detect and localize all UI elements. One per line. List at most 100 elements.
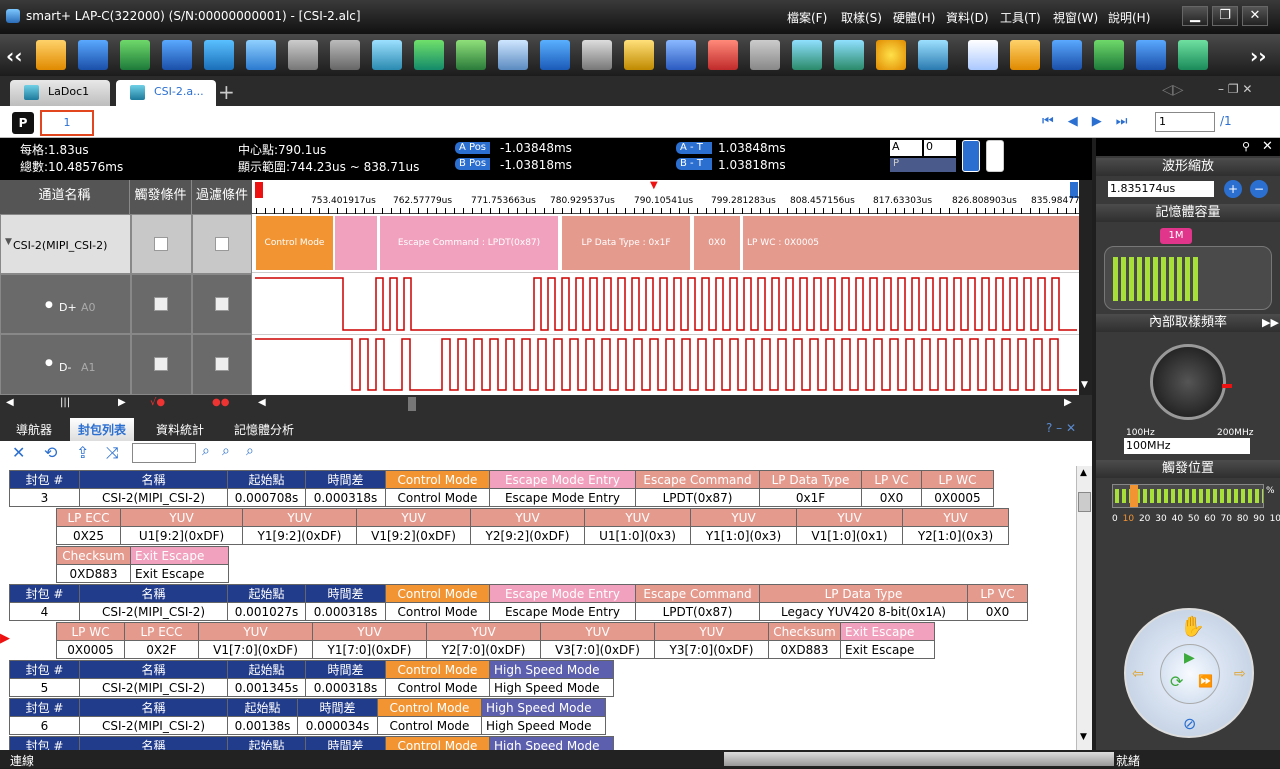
tab-nav-arrows-icon[interactable]: ◁▷ xyxy=(1162,82,1184,98)
scroll-left-icon[interactable]: ◀ xyxy=(258,397,266,408)
save-settings-icon[interactable] xyxy=(162,40,192,70)
save-document-icon[interactable] xyxy=(1052,40,1082,70)
trigger-setting-icon[interactable]: √● xyxy=(150,397,165,408)
dplus-trigger-cell[interactable] xyxy=(131,274,192,334)
toolbar-scroll-right-icon[interactable]: ›› xyxy=(1250,44,1266,68)
sample-rate-select[interactable]: 100MHz xyxy=(1124,438,1250,454)
open-folder-icon[interactable] xyxy=(36,40,66,70)
bus-filter-cell[interactable] xyxy=(192,214,252,274)
control-wheel[interactable]: ✋ ▶ ⟳ ⏩ ⇦ ⇨ ⊘ xyxy=(1124,608,1254,738)
bus-segment-vc[interactable]: 0X0 xyxy=(694,216,740,270)
scroll-down-icon[interactable]: ▼ xyxy=(1081,380,1088,390)
marker-t-icon[interactable] xyxy=(708,40,738,70)
film-icon[interactable] xyxy=(582,40,612,70)
database-icon[interactable] xyxy=(330,40,360,70)
shuffle-icon[interactable]: ⤨ xyxy=(106,443,119,463)
menu-hardware[interactable]: 硬體(H) xyxy=(893,9,935,26)
filter-setting-icon[interactable]: ●● xyxy=(212,397,229,408)
packet-3-fields-3[interactable]: Checksum Exit Escape 0XD883 Exit Escape xyxy=(56,546,229,583)
sample-rate-knob[interactable] xyxy=(1150,344,1226,420)
packet-4-fields-2[interactable]: LP WC LP ECC YUV YUV YUV YUV YUV Checksum Exit E… xyxy=(56,622,935,659)
a-pos-label[interactable]: A Pos xyxy=(455,142,491,154)
page-navigation-icons[interactable]: ⏮◀▶⏭ xyxy=(1042,114,1141,129)
left-tool-icon[interactable]: ⇦ xyxy=(1132,666,1144,682)
zoom-in-icon[interactable]: + xyxy=(1224,180,1242,198)
open-document-icon[interactable] xyxy=(1010,40,1040,70)
find-next-icon[interactable]: ⌕ xyxy=(246,443,254,459)
marker-a-icon[interactable] xyxy=(624,40,654,70)
waveform-window-icon[interactable] xyxy=(372,40,402,70)
layout-icon[interactable] xyxy=(414,40,444,70)
export-icon[interactable]: ⇪ xyxy=(76,443,89,462)
right-tool-icon[interactable]: ⇨ xyxy=(1234,666,1246,682)
toolbar-scroll-left-icon[interactable]: ‹‹ xyxy=(6,44,22,68)
dminus-trigger-cell[interactable] xyxy=(131,334,192,395)
tab-packet-list[interactable]: 封包列表 xyxy=(70,418,135,441)
tab-statistics[interactable]: 資料統計 xyxy=(156,421,204,438)
packet-6-header[interactable]: 封包 # 名稱 起始點 時間差 Control Mode High Speed Mode… xyxy=(9,698,606,735)
channel-scrollbar[interactable]: ◀ ||| ▶ √● ●● xyxy=(0,395,252,413)
packet-3-header[interactable]: 封包 # 名稱 起始點 時間差 Control Mode Escape Mode Ent… xyxy=(9,470,994,507)
bus-segment-escape-entry[interactable] xyxy=(335,216,377,270)
clear-icon[interactable]: ✕ xyxy=(12,443,25,462)
settings-icon[interactable] xyxy=(1178,40,1208,70)
menu-data[interactable]: 資料(D) xyxy=(946,9,989,26)
bus-trigger-cell[interactable] xyxy=(131,214,192,274)
expand-arrow-icon[interactable]: ▶▶ xyxy=(1262,316,1279,329)
new-document-icon[interactable] xyxy=(968,40,998,70)
tab-window-controls-icon[interactable]: – ❐ ✕ xyxy=(1218,82,1252,96)
zoom-select[interactable]: 1.835174us xyxy=(1108,181,1214,197)
save-all-icon[interactable] xyxy=(120,40,150,70)
fast-run-icon[interactable]: ⏩ xyxy=(1198,674,1213,688)
scroll-right-icon[interactable]: ▶ xyxy=(1064,397,1072,408)
restore-button[interactable]: ❐ xyxy=(1212,6,1238,26)
search-next-icon[interactable] xyxy=(834,40,864,70)
marker-pin-white-icon[interactable] xyxy=(986,140,1004,172)
close-button[interactable]: ✕ xyxy=(1242,6,1268,26)
b-pos-label[interactable]: B Pos xyxy=(455,158,491,170)
memory-gauge[interactable] xyxy=(1104,246,1272,310)
page-tab-1[interactable]: 1 xyxy=(40,110,94,136)
time-ruler[interactable]: ▼ 753.401917us 762.57779us 771.753663us … xyxy=(252,180,1080,214)
marker-p-field[interactable]: P xyxy=(890,158,956,172)
save-config-icon[interactable] xyxy=(1136,40,1166,70)
bus-segment-escape-command[interactable]: Escape Command : LPDT(0x87) xyxy=(380,216,558,270)
repeat-run-icon[interactable]: ⟳ xyxy=(1170,672,1183,691)
star-icon[interactable] xyxy=(876,40,906,70)
minimize-button[interactable]: ▁ xyxy=(1182,6,1208,26)
camera-icon[interactable] xyxy=(204,40,234,70)
menu-help[interactable]: 說明(H) xyxy=(1108,9,1150,26)
bus-channel-row[interactable]: CSI-2(MIPI_CSI-2) ▼ xyxy=(0,214,131,274)
waveform-hscroll[interactable]: ◀ ▶ xyxy=(252,395,1092,413)
dminus-channel-row[interactable]: ● D- A1 xyxy=(0,334,131,395)
wrench-icon[interactable] xyxy=(246,40,276,70)
packet-3-fields-2[interactable]: LP ECC YUV YUV YUV YUV YUV YUV YUV YUV 0X25 U1[9:… xyxy=(56,508,1009,545)
refresh-icon[interactable]: ⟲ xyxy=(44,443,57,462)
device-icon[interactable] xyxy=(750,40,780,70)
marker-index-select[interactable]: 0 xyxy=(924,140,956,156)
run-icon[interactable]: ▶ xyxy=(1184,650,1195,666)
find-previous-icon[interactable]: ⌕ xyxy=(222,443,230,459)
marker-a-flag-icon[interactable] xyxy=(255,182,263,198)
waveform-vscroll[interactable]: ▼ xyxy=(1079,180,1092,395)
probe-icon[interactable] xyxy=(288,40,318,70)
protocol-icon[interactable] xyxy=(540,40,570,70)
bus-segment-data-type[interactable]: LP Data Type : 0x1F xyxy=(562,216,690,270)
panel-help-controls[interactable]: ? – ✕ xyxy=(1046,421,1076,435)
packet-5-header[interactable]: 封包 # 名稱 起始點 時間差 Control Mode High Speed Mode… xyxy=(9,660,614,697)
menu-sample[interactable]: 取樣(S) xyxy=(841,9,882,26)
binary-icon[interactable] xyxy=(918,40,948,70)
add-tab-button[interactable]: + xyxy=(218,80,235,104)
trigger-marker-icon[interactable]: ▼ xyxy=(650,180,658,191)
tab-csi2[interactable]: CSI-2.a... xyxy=(116,80,216,106)
scroll-thumb[interactable] xyxy=(1078,492,1091,512)
menu-window[interactable]: 視窗(W) xyxy=(1053,9,1098,26)
packet-search-input[interactable] xyxy=(132,443,196,463)
menu-file[interactable]: 檔案(F) xyxy=(787,9,827,26)
save-icon[interactable] xyxy=(78,40,108,70)
dplus-filter-cell[interactable] xyxy=(192,274,252,334)
stop-icon[interactable]: ⊘ xyxy=(1183,714,1196,733)
scroll-down-icon[interactable]: ▼ xyxy=(1080,732,1087,742)
a-t-label[interactable]: A - T xyxy=(676,142,712,154)
packet-4-header[interactable]: 封包 # 名稱 起始點 時間差 Control Mode Escape Mode Ent… xyxy=(9,584,1028,621)
